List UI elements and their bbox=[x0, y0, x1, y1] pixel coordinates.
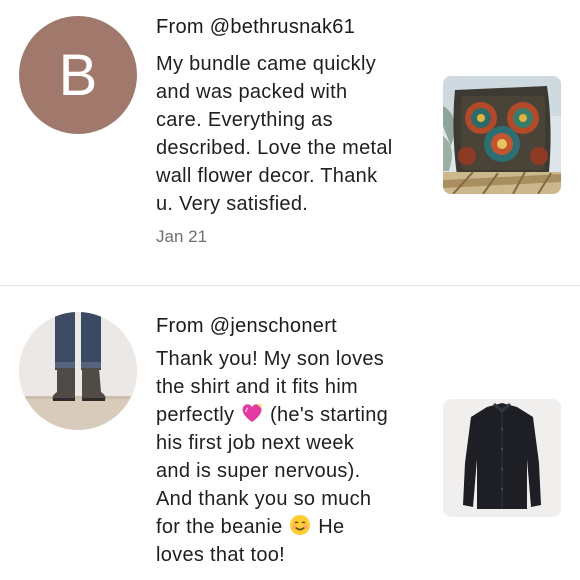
review-author[interactable]: From @bethrusnak61 bbox=[156, 16, 355, 39]
review-line: and is super nervous). bbox=[156, 460, 361, 482]
review-fragment: for the beanie bbox=[156, 516, 283, 538]
review-item: B From @bethrusnak61 My bundle came quic… bbox=[0, 0, 580, 286]
smiling-face-icon bbox=[288, 514, 312, 536]
review-line: u. Very satisfied. bbox=[156, 193, 309, 215]
review-divider bbox=[0, 285, 580, 286]
review-fragment: He bbox=[312, 516, 345, 538]
review-line: loves that too! bbox=[156, 544, 286, 566]
review-fragment: perfectly bbox=[156, 404, 235, 426]
review-item: From @jenschonert Thank you! My son love… bbox=[0, 287, 580, 580]
review-line: My bundle came quickly bbox=[156, 53, 377, 75]
review-line: And thank you so much bbox=[156, 488, 372, 510]
pillow-image bbox=[443, 76, 561, 194]
review-line: wall flower decor. Thank bbox=[156, 165, 378, 187]
avatar[interactable] bbox=[19, 312, 137, 430]
review-line: described. Love the metal bbox=[156, 137, 393, 159]
review-line: Thank you! My son loves bbox=[156, 348, 385, 370]
review-line: the shirt and it fits him bbox=[156, 376, 359, 398]
review-text: Thank you! My son loves the shirt and it… bbox=[156, 345, 421, 569]
review-line: perfectly (he's starting bbox=[156, 401, 421, 429]
review-author[interactable]: From @jenschonert bbox=[156, 315, 337, 338]
review-line: his first job next week bbox=[156, 432, 355, 454]
product-thumbnail-shirt[interactable] bbox=[443, 399, 561, 517]
review-date: Jan 21 bbox=[156, 227, 208, 246]
review-text: My bundle came quickly and was packed wi… bbox=[156, 50, 421, 218]
avatar-photo-boots bbox=[19, 312, 137, 430]
avatar-letter: B bbox=[58, 42, 98, 108]
review-fragment: (he's starting bbox=[264, 404, 389, 426]
shirt-image bbox=[443, 399, 561, 517]
product-thumbnail-pillow[interactable] bbox=[443, 76, 561, 194]
sparkling-heart-icon bbox=[240, 402, 264, 424]
avatar[interactable]: B bbox=[19, 16, 137, 134]
review-line: and was packed with bbox=[156, 81, 348, 103]
review-line: for the beanie He bbox=[156, 513, 421, 541]
review-line: care. Everything as bbox=[156, 109, 333, 131]
